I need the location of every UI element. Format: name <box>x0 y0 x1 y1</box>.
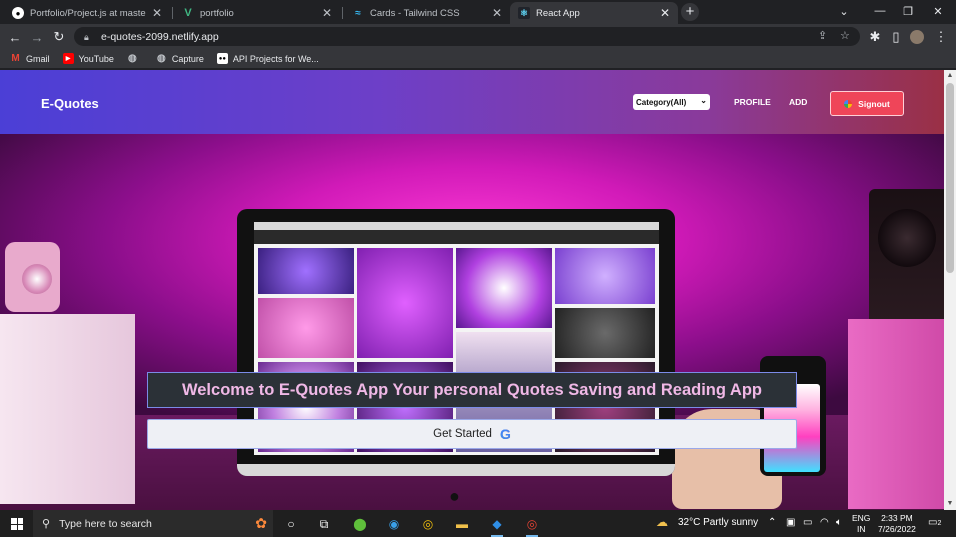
get-started-button[interactable]: Get Started G <box>147 419 797 449</box>
screen-tile <box>258 248 354 294</box>
bookmarks-bar: M Gmail ▶ YouTube ◍ ◍ Capture ●● API Pro… <box>0 49 956 69</box>
tray-chevron-icon[interactable]: ⌃ <box>768 517 776 528</box>
search-icon: ⚲ <box>42 518 51 530</box>
tab-separator <box>172 7 173 19</box>
weather-icon: ☁ <box>656 515 668 529</box>
tab-portfolio[interactable]: V portfolio ✕ <box>174 2 340 24</box>
cortana-icon[interactable]: ○ <box>281 514 301 534</box>
tab-tailwind[interactable]: ≈ Cards - Tailwind CSS ✕ <box>344 2 510 24</box>
category-select[interactable]: Category(All) ⌄ <box>633 94 710 110</box>
chevron-down-icon: ⌄ <box>700 96 707 105</box>
bookmark-globe[interactable]: ◍ <box>127 53 143 64</box>
react-icon: ⚛ <box>518 7 530 19</box>
brand-logo[interactable]: E-Quotes <box>41 96 99 111</box>
screen-tile <box>555 248 655 304</box>
notification-icon[interactable]: ▭2 <box>928 517 941 528</box>
close-icon[interactable]: ✕ <box>660 6 670 20</box>
meet-icon[interactable]: ▣ <box>786 517 795 528</box>
bookmark-youtube[interactable]: ▶ YouTube <box>62 53 114 64</box>
youtube-icon: ▶ <box>62 53 74 64</box>
nav-profile[interactable]: PROFILE <box>734 97 771 107</box>
bookmark-api-projects[interactable]: ●● API Projects for We... <box>216 53 319 64</box>
screen-tile <box>258 298 354 358</box>
apple-logo-icon: ● <box>449 486 460 506</box>
globe-icon: ◍ <box>157 53 166 64</box>
vscode-icon[interactable]: ◆ <box>487 514 507 537</box>
screen-tile <box>555 308 655 358</box>
google-icon <box>844 99 853 108</box>
file-explorer-icon[interactable]: ▬ <box>452 514 472 534</box>
screen-tile <box>357 248 453 358</box>
dev-icon: ●● <box>216 53 228 64</box>
clock[interactable]: 2:33 PM 7/26/2022 <box>878 513 916 535</box>
search-highlight-icon: ✿ <box>255 515 267 531</box>
page-scrollbar[interactable]: ▲ ▼ <box>944 70 956 510</box>
wifi-icon[interactable]: ◠ <box>820 517 829 528</box>
chrome-active-icon[interactable]: ◎ <box>522 514 542 537</box>
close-icon[interactable]: ✕ <box>322 6 332 20</box>
nav-add[interactable]: ADD <box>789 97 807 107</box>
tab-github[interactable]: ● Portfolio/Project.js at master · SU ✕ <box>4 2 170 24</box>
new-tab-button[interactable]: + <box>681 3 699 21</box>
edge-icon[interactable]: ◉ <box>384 514 404 534</box>
gmail-icon: M <box>11 53 20 64</box>
battery-icon[interactable]: ▭ <box>803 517 812 528</box>
github-icon: ● <box>12 7 24 19</box>
browser-tab-strip: ● Portfolio/Project.js at master · SU ✕ … <box>0 0 956 24</box>
tab-separator <box>342 7 343 19</box>
close-icon[interactable]: ✕ <box>492 6 502 20</box>
task-view-icon[interactable]: ⧉ <box>314 514 334 534</box>
hero-section: ● Welcome to E-Quotes App Your personal … <box>0 134 944 510</box>
bookmark-capture[interactable]: ◍ Capture <box>156 53 204 64</box>
share-icon[interactable]: ⇪ <box>818 29 827 42</box>
bookmark-gmail[interactable]: M Gmail <box>10 53 49 64</box>
address-bar[interactable]: 🔒︎ e-quotes-2099.netlify.app ⇪ ☆ <box>74 27 860 46</box>
weather-text[interactable]: 32°C Partly sunny <box>678 517 758 528</box>
scroll-down-arrow-icon[interactable]: ▼ <box>944 498 956 510</box>
utorrent-icon[interactable]: ⬤ <box>350 514 370 534</box>
chrome-icon[interactable]: ◎ <box>418 514 438 534</box>
vue-icon: V <box>184 7 192 19</box>
monitor-chin <box>237 464 675 476</box>
scroll-up-arrow-icon[interactable]: ▲ <box>944 70 956 82</box>
google-icon: G <box>499 426 511 442</box>
sidepanel-icon[interactable]: ▯ <box>887 28 905 46</box>
scrollbar-thumb[interactable] <box>946 83 954 273</box>
browser-toolbar: ← → ↻ 🔒︎ e-quotes-2099.netlify.app ⇪ ☆ ✱… <box>0 24 956 49</box>
lock-icon[interactable]: 🔒︎ <box>84 32 94 42</box>
back-icon[interactable]: ← <box>6 28 24 46</box>
camera-lens <box>22 264 52 294</box>
close-icon[interactable]: ✕ <box>152 6 162 20</box>
signout-button[interactable]: Signout <box>830 91 904 116</box>
screen-titlebar <box>254 222 659 230</box>
pink-box-image <box>848 319 944 509</box>
app-navbar: E-Quotes Category(All) ⌄ PROFILE ADD Sig… <box>0 70 944 134</box>
globe-icon: ◍ <box>128 53 137 64</box>
reload-icon[interactable]: ↻ <box>50 28 68 46</box>
extensions-icon[interactable]: ✱ <box>866 28 884 46</box>
tailwind-icon: ≈ <box>355 7 361 19</box>
screen-header <box>254 230 659 244</box>
tab-react-app[interactable]: ⚛ React App ✕ <box>510 2 678 24</box>
language-indicator[interactable]: ENG IN <box>852 513 870 535</box>
bookmark-star-icon[interactable]: ☆ <box>840 29 850 42</box>
volume-icon[interactable]: 🔈︎ <box>836 517 842 528</box>
screen-tile <box>456 248 552 328</box>
speaker-grill <box>878 209 936 267</box>
tab-search-icon[interactable]: ⌄ <box>826 0 862 22</box>
avatar[interactable] <box>908 28 926 46</box>
windows-taskbar: ⚲ Type here to search ✿ ○ ⧉ ⬤ ◉ ◎ ▬ ◆ ◎ … <box>0 510 956 537</box>
white-box-image <box>0 314 135 504</box>
welcome-banner: Welcome to E-Quotes App Your personal Qu… <box>147 372 797 408</box>
taskbar-search-input[interactable]: ⚲ Type here to search ✿ <box>33 510 273 537</box>
menu-icon[interactable]: ⋮ <box>932 28 950 46</box>
windows-start-icon[interactable] <box>11 518 23 530</box>
close-window-button[interactable]: ✕ <box>920 0 956 22</box>
forward-icon[interactable]: → <box>28 28 46 46</box>
page-viewport: E-Quotes Category(All) ⌄ PROFILE ADD Sig… <box>0 70 956 510</box>
